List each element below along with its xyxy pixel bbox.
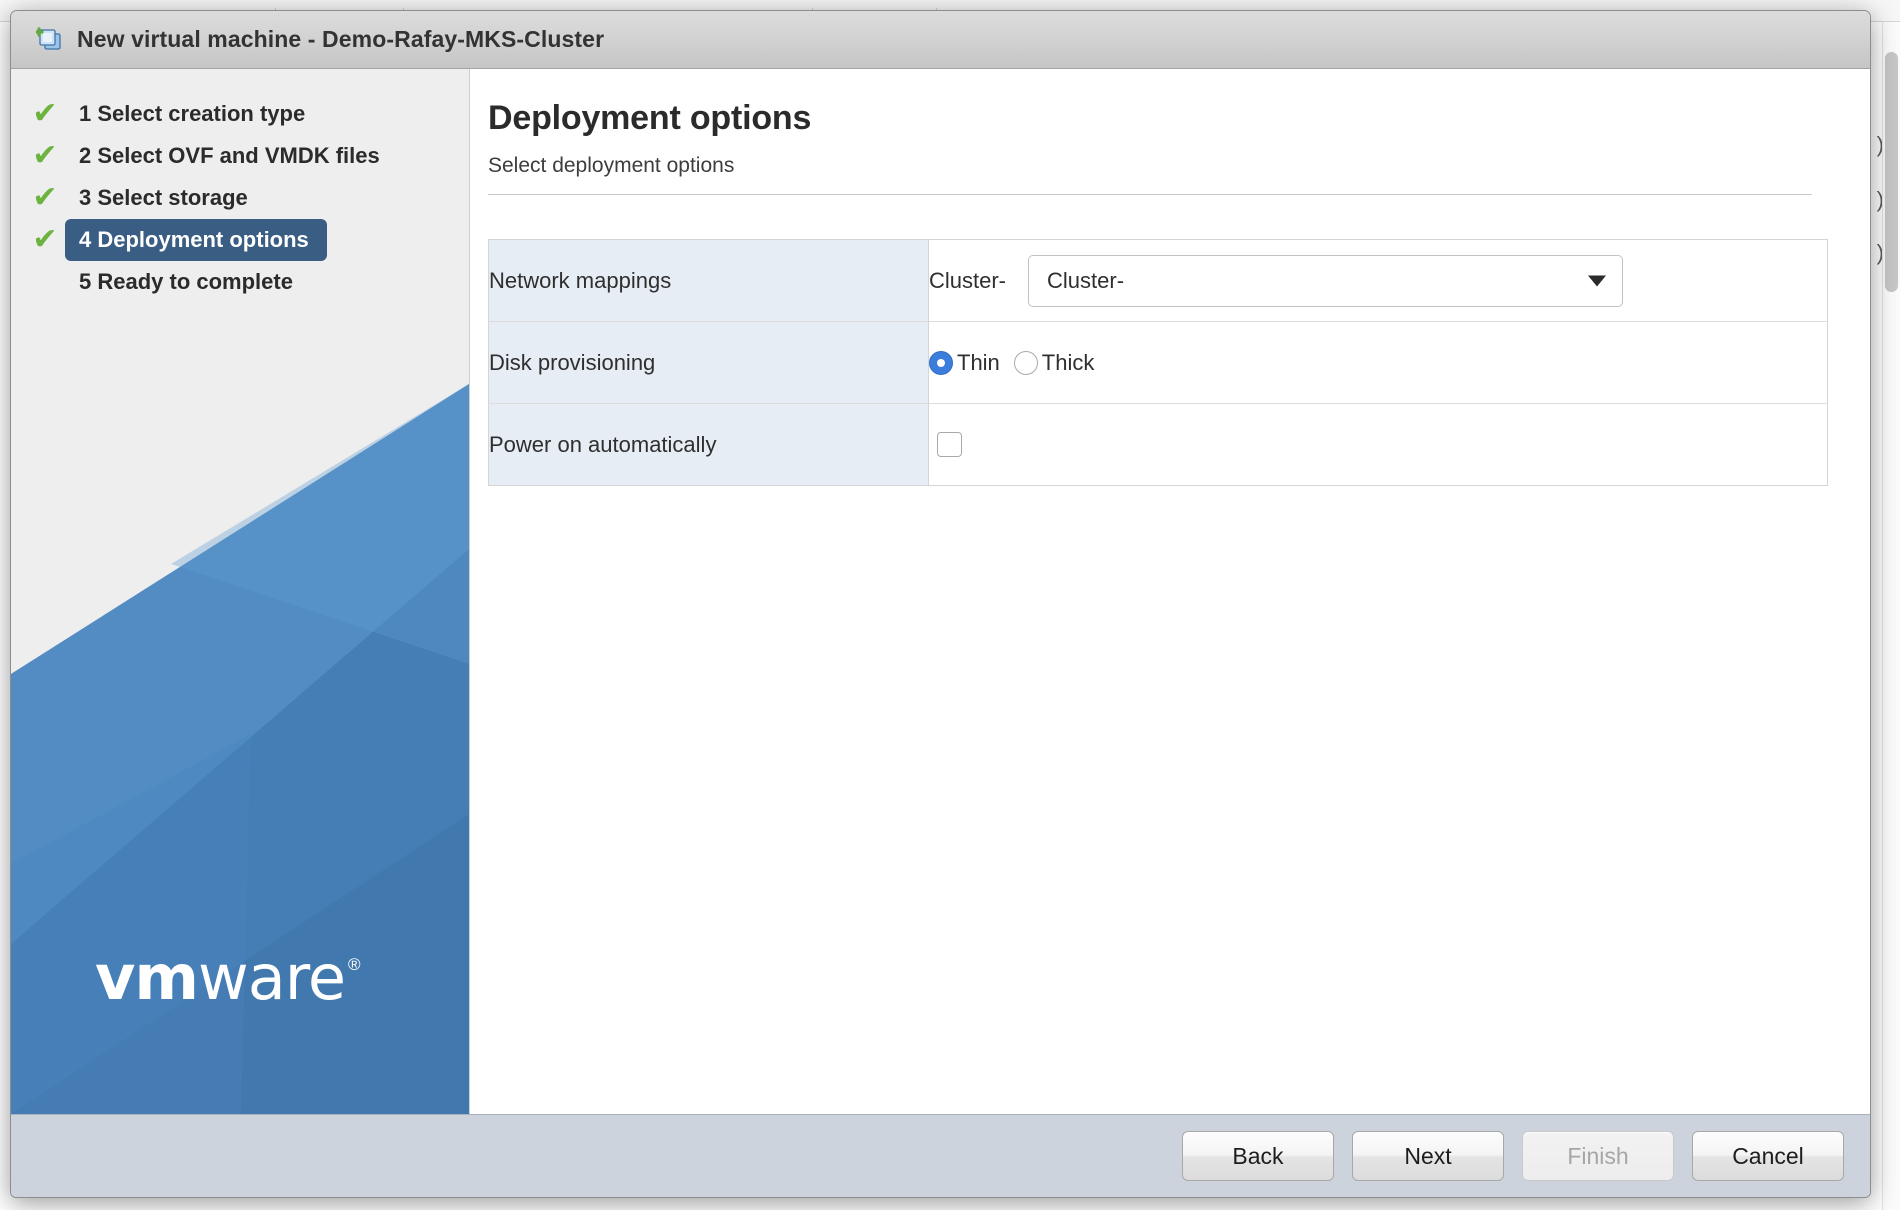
next-button[interactable]: Next	[1352, 1131, 1504, 1181]
wizard-step-label: 1 Select creation type	[79, 101, 306, 126]
radio-thin-label[interactable]: Thin	[957, 350, 1000, 376]
vmware-logo-thin: ware	[198, 941, 346, 1014]
step-complete-check-icon: ✔	[32, 97, 58, 130]
power-on-automatically-label: Power on automatically	[489, 431, 717, 457]
table-row-power-on-automatically: Power on automatically	[488, 403, 1828, 486]
wizard-step-label: 4 Deployment options	[79, 227, 309, 252]
finish-button: Finish	[1522, 1131, 1674, 1181]
wizard-step-label: 2 Select OVF and VMDK files	[79, 143, 380, 168]
power-on-label-cell: Power on automatically	[488, 403, 929, 486]
vmware-logo-bold: vm	[95, 941, 199, 1014]
step-complete-check-icon: ✔	[32, 139, 58, 172]
new-virtual-machine-icon	[34, 26, 64, 53]
wizard-step-label: 3 Select storage	[79, 185, 248, 210]
wizard-steps-sidebar: ✔ 1 Select creation type ✔ 2 Select OVF …	[11, 69, 470, 1114]
new-virtual-machine-wizard-dialog: New virtual machine - Demo-Rafay-MKS-Clu…	[10, 10, 1871, 1198]
step-complete-check-icon: ✔	[32, 223, 58, 256]
wizard-step-list: ✔ 1 Select creation type ✔ 2 Select OVF …	[11, 69, 469, 303]
header-divider	[488, 194, 1812, 195]
wizard-step-ready-to-complete[interactable]: ✔ 5 Ready to complete	[11, 261, 469, 303]
source-network-label: Cluster-	[929, 267, 1007, 293]
dialog-footer: Back Next Finish Cancel	[11, 1114, 1870, 1197]
back-button[interactable]: Back	[1182, 1131, 1334, 1181]
wizard-step-select-creation-type[interactable]: ✔ 1 Select creation type	[11, 93, 469, 135]
disk-provisioning-label-cell: Disk provisioning	[488, 321, 929, 404]
table-row-network-mappings: Network mappings Cluster- Cluster-	[488, 239, 1828, 322]
network-mappings-value-cell: Cluster- Cluster-	[928, 239, 1828, 322]
page-subtitle: Select deployment options	[488, 154, 735, 177]
page-scrollbar[interactable]	[1882, 22, 1900, 1210]
dialog-title-bar[interactable]: New virtual machine - Demo-Rafay-MKS-Clu…	[11, 11, 1870, 69]
radio-thick-label[interactable]: Thick	[1042, 350, 1095, 376]
table-row-disk-provisioning: Disk provisioning Thin Thick	[488, 321, 1828, 404]
vmware-logo: vmware ®	[95, 947, 361, 1009]
chevron-down-icon	[1588, 275, 1607, 286]
wizard-step-select-storage[interactable]: ✔ 3 Select storage	[11, 177, 469, 219]
wizard-content-pane: Deployment options Select deployment opt…	[470, 69, 1870, 1114]
network-mappings-label: Network mappings	[489, 267, 672, 293]
destination-network-select[interactable]: Cluster-	[1028, 254, 1624, 307]
step-complete-check-icon: ✔	[32, 181, 58, 214]
page-title: Deployment options	[488, 99, 812, 137]
radio-thick[interactable]	[1013, 350, 1038, 375]
network-mappings-label-cell: Network mappings	[488, 239, 929, 322]
cancel-button[interactable]: Cancel	[1692, 1131, 1844, 1181]
power-on-value-cell	[928, 403, 1828, 486]
disk-provisioning-value-cell: Thin Thick	[928, 321, 1828, 404]
registered-trademark-icon: ®	[348, 955, 361, 974]
wizard-step-select-ovf-vmdk-files[interactable]: ✔ 2 Select OVF and VMDK files	[11, 135, 469, 177]
destination-network-selected-value: Cluster-	[1047, 267, 1125, 293]
power-on-automatically-checkbox[interactable]	[937, 432, 962, 457]
wizard-step-deployment-options[interactable]: ✔ 4 Deployment options	[11, 219, 469, 261]
page-scrollbar-thumb[interactable]	[1885, 52, 1898, 292]
disk-provisioning-radio-group: Thin Thick	[929, 350, 1108, 376]
deployment-options-table: Network mappings Cluster- Cluster- Disk …	[488, 239, 1828, 486]
radio-thin[interactable]	[929, 350, 953, 375]
dialog-title: New virtual machine - Demo-Rafay-MKS-Clu…	[77, 26, 605, 52]
disk-provisioning-label: Disk provisioning	[489, 349, 656, 375]
wizard-step-label: 5 Ready to complete	[79, 269, 293, 294]
dialog-body: ✔ 1 Select creation type ✔ 2 Select OVF …	[11, 69, 1870, 1114]
